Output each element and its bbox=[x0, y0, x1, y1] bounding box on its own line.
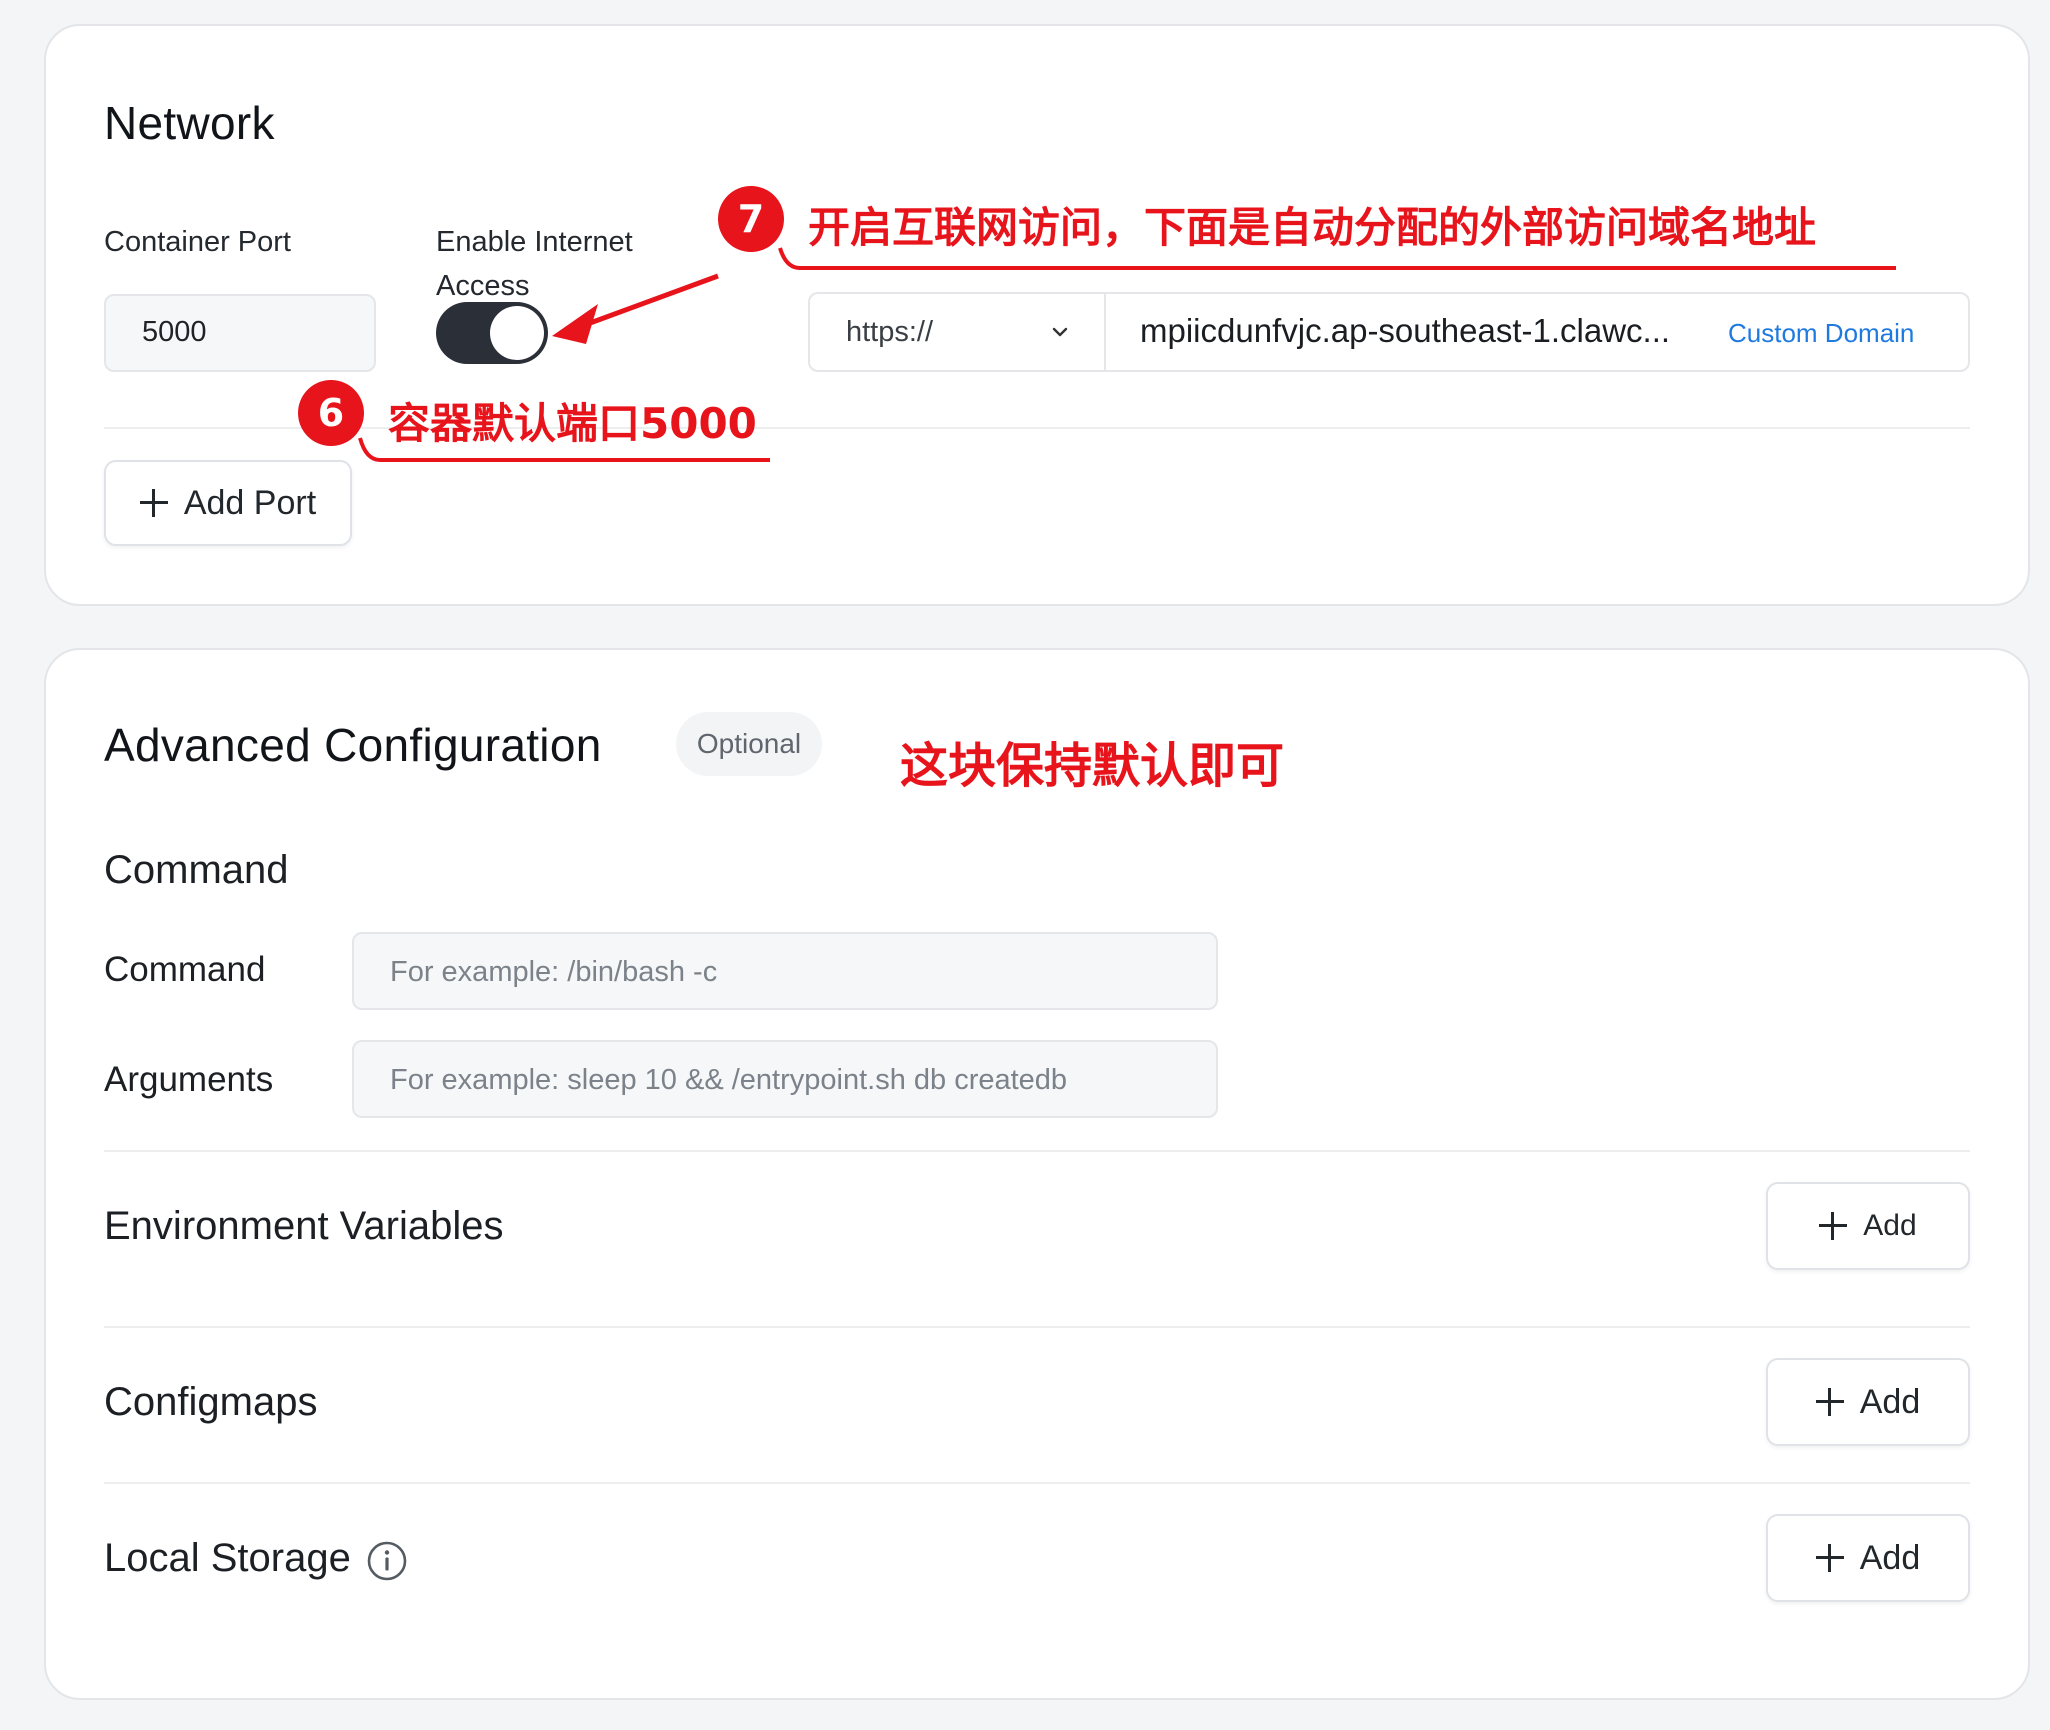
env-vars-title: Environment Variables bbox=[104, 1204, 504, 1248]
add-configmap-label: Add bbox=[1859, 1382, 1921, 1421]
step7-arrow-head bbox=[552, 304, 598, 344]
command-section-title: Command bbox=[104, 848, 289, 892]
advanced-note: 这块保持默认即可 bbox=[900, 738, 1285, 794]
plus-icon bbox=[1819, 1212, 1848, 1240]
step7-underline bbox=[778, 247, 1896, 270]
step7-arrow-line bbox=[581, 273, 719, 329]
add-env-var-label: Add bbox=[1863, 1209, 1917, 1242]
plus-icon bbox=[1815, 1388, 1844, 1416]
command-input[interactable]: For example: /bin/bash -c bbox=[352, 932, 1218, 1010]
info-icon[interactable] bbox=[366, 1540, 408, 1587]
add-local-storage-label: Add bbox=[1859, 1538, 1921, 1577]
configmaps-divider bbox=[104, 1482, 1970, 1484]
step6-underline bbox=[358, 437, 770, 462]
add-local-storage-button[interactable]: Add bbox=[1766, 1514, 1970, 1602]
env-divider bbox=[104, 1326, 1970, 1328]
optional-badge: Optional bbox=[676, 712, 822, 776]
command-placeholder: For example: /bin/bash -c bbox=[390, 956, 718, 988]
configmaps-title: Configmaps bbox=[104, 1380, 318, 1424]
arguments-label: Arguments bbox=[104, 1060, 274, 1099]
command-divider bbox=[104, 1150, 1970, 1152]
add-configmap-button[interactable]: Add bbox=[1766, 1358, 1970, 1446]
arguments-input[interactable]: For example: sleep 10 && /entrypoint.sh … bbox=[352, 1040, 1218, 1118]
plus-icon bbox=[1815, 1544, 1844, 1572]
advanced-title: Advanced Configuration bbox=[104, 719, 602, 771]
arguments-placeholder: For example: sleep 10 && /entrypoint.sh … bbox=[390, 1064, 1068, 1096]
local-storage-title: Local Storage bbox=[104, 1536, 351, 1580]
add-env-var-button[interactable]: Add bbox=[1766, 1182, 1970, 1270]
command-label: Command bbox=[104, 950, 266, 989]
